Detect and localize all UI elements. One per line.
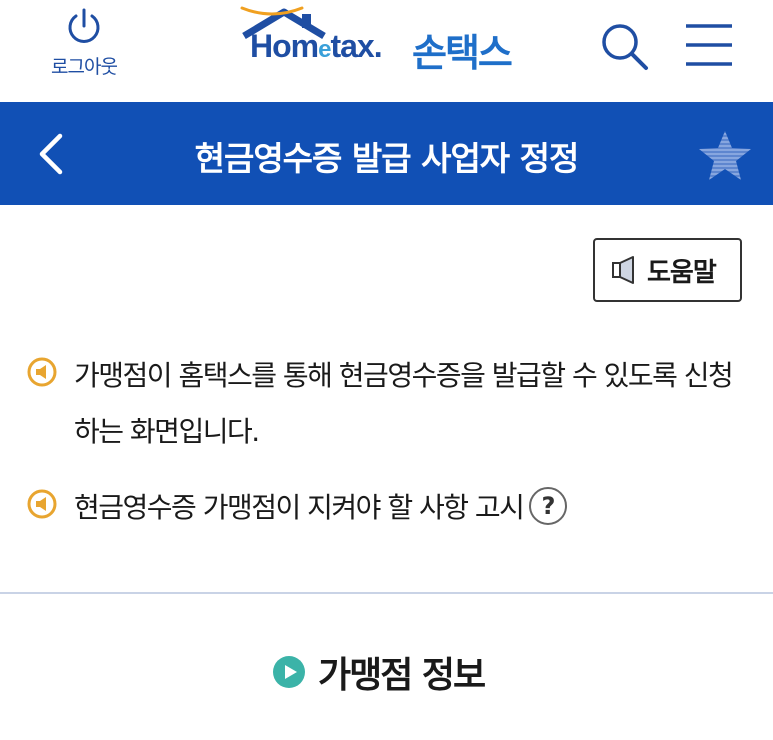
section-title: 가맹점 정보: [272, 646, 486, 698]
search-icon: [602, 24, 648, 70]
help-button[interactable]: 도움말: [593, 238, 742, 302]
power-icon: [68, 8, 100, 43]
speaker-icon: [612, 256, 634, 284]
title-bar: 현금영수증 발급 사업자 정정: [0, 102, 773, 205]
hamburger-menu-icon: [686, 24, 732, 66]
notice-text: 가맹점이 홈택스를 통해 현금영수증을 발급할 수 있도록 신청하는 화면입니다…: [74, 359, 734, 448]
star-icon: [699, 131, 751, 180]
hometax-logo[interactable]: Hometax. 손택스: [240, 6, 540, 78]
chevron-left-icon: [39, 133, 63, 175]
back-button[interactable]: [28, 128, 78, 180]
top-header: 로그아웃 Hometax. 손택스: [0, 0, 773, 102]
notice-item: 가맹점이 홈택스를 통해 현금영수증을 발급할 수 있도록 신청하는 화면입니다…: [26, 348, 746, 464]
question-help-button[interactable]: ?: [529, 487, 568, 525]
logo-home-text: Hometax.: [250, 28, 383, 64]
logout-label: 로그아웃: [51, 56, 118, 78]
page-title: 현금영수증 발급 사업자 정정: [194, 139, 580, 178]
search-button[interactable]: [596, 18, 652, 74]
section-title-label: 가맹점 정보: [318, 655, 486, 696]
logo-smile-icon: [240, 6, 304, 16]
notice-text: 현금영수증 가맹점이 지켜야 할 사항 고시?: [74, 480, 568, 536]
notice-item: 현금영수증 가맹점이 지켜야 할 사항 고시?: [26, 480, 746, 536]
help-label: 도움말: [647, 257, 717, 288]
notice-link-text[interactable]: 현금영수증 가맹점이 지켜야 할 사항 고시: [74, 491, 525, 524]
speaker-bullet-icon: [27, 357, 57, 387]
divider: [0, 592, 773, 594]
favorite-button[interactable]: [695, 127, 755, 185]
speaker-bullet-icon: [27, 489, 57, 519]
play-circle-icon: [273, 656, 305, 688]
menu-button[interactable]: [682, 18, 738, 74]
logo-korean-text: 손택스: [412, 31, 513, 75]
logout-button[interactable]: 로그아웃: [36, 6, 132, 79]
